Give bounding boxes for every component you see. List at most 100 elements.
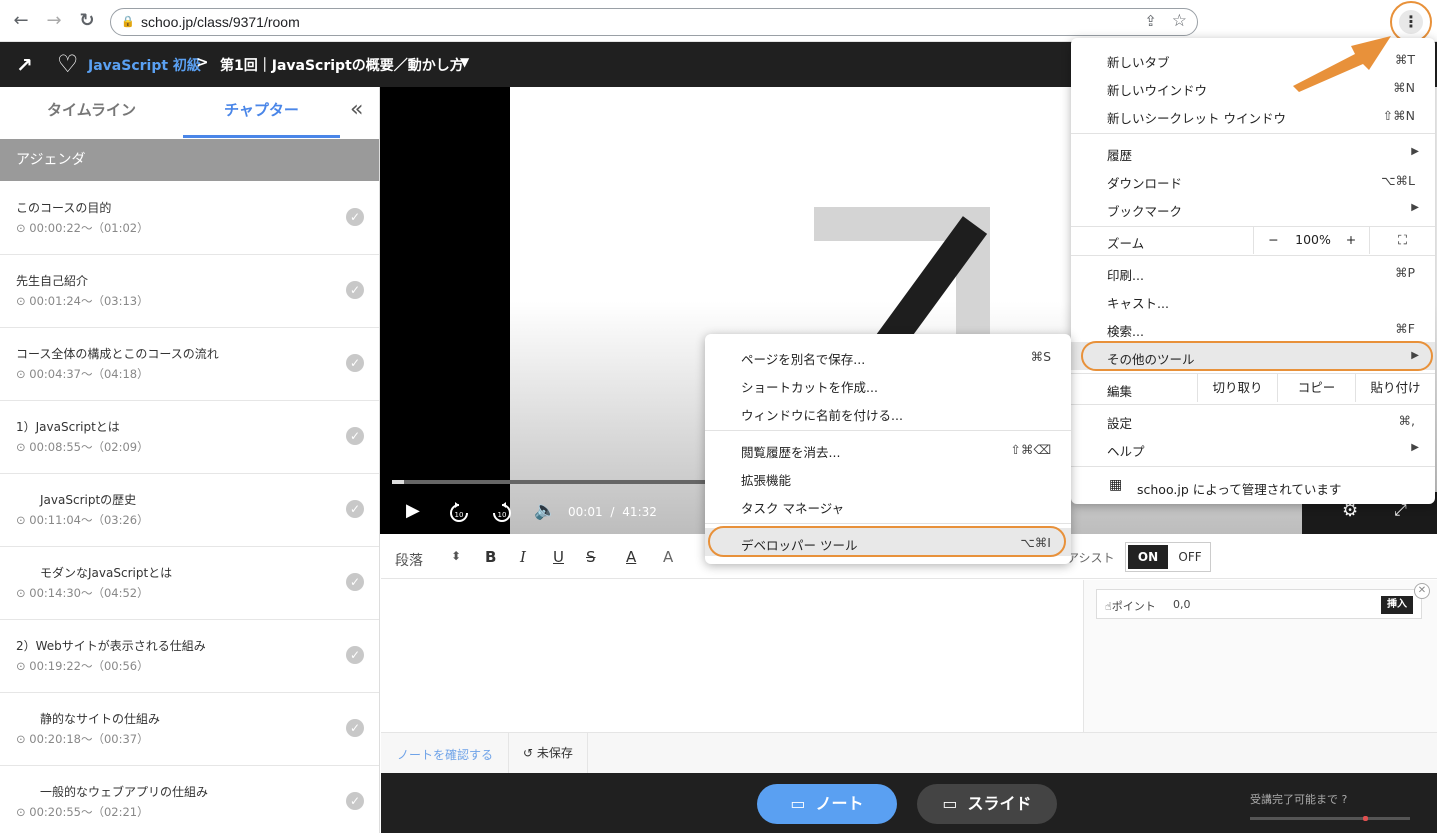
devtools-highlight-ring [708,526,1066,557]
forward-icon[interactable]: → [43,10,65,32]
chapter-item[interactable]: 2）Webサイトが表示される仕組み ⊙ 00:19:22〜（00:56） ✓ [0,620,379,693]
assist-on[interactable]: ON [1128,545,1168,569]
copy-button[interactable]: コピー [1277,374,1355,402]
url-text[interactable]: schoo.jp/class/9371/room [141,14,300,30]
note-footer: ノートを確認する ↺ 未保存 [381,732,1437,774]
play-icon[interactable]: ▶ [406,500,420,521]
chapter-item[interactable]: 静的なサイトの仕組み ⊙ 00:20:18〜（00:37） ✓ [0,693,379,766]
schoo-logo[interactable]: ↗ [16,53,33,77]
submenu-create-shortcut[interactable]: ショートカットを作成... [705,370,1071,398]
reload-icon[interactable]: ↻ [76,10,98,32]
rewind-10-icon[interactable]: 10 [446,500,472,526]
menu-new-incognito[interactable]: 新しいシークレット ウインドウ ⇧⌘N [1071,101,1435,129]
submenu-task-manager[interactable]: タスク マネージャ [705,491,1071,519]
point-value[interactable]: 0,0 [1173,598,1191,611]
address-bar[interactable]: 🔒 schoo.jp/class/9371/room ⇪ ☆ [110,8,1198,36]
submenu-clear-history[interactable]: 閲覧履歴を消去... ⇧⌘⌫ [705,435,1071,463]
back-icon[interactable]: ← [10,10,32,32]
chapter-item[interactable]: 先生自己紹介 ⊙ 00:01:24〜（03:13） ✓ [0,255,379,328]
menu-divider [1071,404,1435,405]
slide-button[interactable]: ▭ スライド [917,784,1057,824]
bold-icon[interactable]: B [485,548,496,566]
menu-print[interactable]: 印刷... ⌘P [1071,258,1435,286]
volume-icon[interactable]: 🔈 [534,500,556,521]
submenu-extensions[interactable]: 拡張機能 [705,463,1071,491]
menu-managed[interactable]: ▦ schoo.jp によって管理されています [1071,472,1435,500]
menu-bookmarks[interactable]: ブックマーク ▶ [1071,194,1435,222]
note-text-area[interactable] [381,580,1083,732]
forward-10-icon[interactable]: 10 [489,500,515,526]
course-name[interactable]: JavaScript 初級 [88,55,201,75]
close-icon[interactable]: ✕ [1414,583,1430,599]
insert-button[interactable]: 挿入 [1381,596,1413,614]
chapter-item[interactable]: コース全体の構成とこのコースの流れ ⊙ 00:04:37〜（04:18） ✓ [0,328,379,401]
bottom-bar: ▭ ノート ▭ スライド 受講完了可能まで ? [381,773,1437,833]
paste-button[interactable]: 貼り付け [1355,374,1435,402]
chapter-item[interactable]: 一般的なウェブアプリの仕組み ⊙ 00:20:55〜（02:21） ✓ [0,766,379,833]
select-caret-icon[interactable]: ⬍ [451,549,461,563]
chapter-item[interactable]: 1）JavaScriptとは ⊙ 00:08:55〜（02:09） ✓ [0,401,379,474]
text-color-icon[interactable]: A [626,548,636,566]
agenda-header: アジェンダ [0,139,379,181]
chapter-title: 一般的なウェブアプリの仕組み [40,785,209,799]
play-circle-icon: ⊙ [16,805,30,819]
check-circle-icon: ✓ [346,354,364,372]
underline-icon[interactable]: U [553,548,564,566]
check-circle-icon: ✓ [346,646,364,664]
italic-icon[interactable]: I [520,548,526,566]
point-field[interactable]: ☝ポイント 0,0 挿入 [1096,589,1422,619]
svg-text:10: 10 [455,511,464,519]
tab-chapter[interactable]: チャプター [183,87,340,138]
chevron-down-icon[interactable]: ▼ [460,55,469,69]
highlight-color-icon[interactable]: A [663,548,673,566]
tab-timeline[interactable]: タイムライン [0,87,183,138]
menu-history[interactable]: 履歴 ▶ [1071,138,1435,166]
annotation-arrow-icon [1293,36,1391,92]
zoom-in-button[interactable]: + [1333,226,1369,254]
bookmark-star-icon[interactable]: ☆ [1172,11,1187,31]
check-circle-icon: ✓ [346,719,364,737]
chapter-time: ⊙ 00:08:55〜（02:09） [16,440,149,454]
help-icon[interactable]: ? [1342,793,1348,806]
confirm-note-link[interactable]: ノートを確認する [397,746,493,763]
menu-edit-row: 編集 切り取り コピー 貼り付け [1071,374,1435,402]
menu-divider [1071,466,1435,467]
time-separator: / [610,505,615,519]
check-circle-icon: ✓ [346,792,364,810]
chapter-item[interactable]: JavaScriptの歴史 ⊙ 00:11:04〜（03:26） ✓ [0,474,379,547]
current-time: 00:01 [568,505,603,519]
assist-off[interactable]: OFF [1172,545,1208,569]
menu-find[interactable]: 検索... ⌘F [1071,314,1435,342]
chapter-time: ⊙ 00:01:24〜（03:13） [16,294,149,308]
lesson-title[interactable]: 第1回｜JavaScriptの概要／動かし方 [220,55,464,75]
chapter-title: 静的なサイトの仕組み [40,712,161,726]
menu-settings[interactable]: 設定 ⌘, [1071,406,1435,434]
share-icon[interactable]: ⇪ [1144,12,1157,30]
browser-toolbar: ← → ↻ 🔒 schoo.jp/class/9371/room ⇪ ☆ ⋮ [0,0,1437,43]
strikethrough-icon[interactable]: S [586,548,596,566]
paragraph-select[interactable]: 段落 [395,550,423,570]
submenu-save-page[interactable]: ページを別名で保存... ⌘S [705,342,1071,370]
submenu-name-window[interactable]: ウィンドウに名前を付ける... [705,398,1071,426]
menu-divider [1071,255,1435,256]
menu-cast[interactable]: キャスト... [1071,286,1435,314]
collapse-sidebar-icon[interactable]: « [350,97,363,122]
note-button[interactable]: ▭ ノート [757,784,897,824]
zoom-out-button[interactable]: − [1253,226,1293,254]
chapter-item[interactable]: モダンなJavaScriptとは ⊙ 00:14:30〜（04:52） ✓ [0,547,379,620]
check-circle-icon: ✓ [346,208,364,226]
completion-progress [1250,816,1410,821]
chapter-item[interactable]: このコースの目的 ⊙ 00:00:22〜（01:02） ✓ [0,182,379,255]
menu-divider [705,430,1071,431]
assist-toggle[interactable]: ON OFF [1125,542,1211,572]
fullscreen-icon[interactable]: ⛶ [1369,226,1435,254]
completion-label: 受講完了可能まで ? [1250,793,1348,806]
menu-help[interactable]: ヘルプ ▶ [1071,434,1435,462]
chapter-time: ⊙ 00:19:22〜（00:56） [16,659,149,673]
play-circle-icon: ⊙ [16,586,30,600]
menu-downloads[interactable]: ダウンロード ⌥⌘L [1071,166,1435,194]
chapter-sidebar: タイムライン チャプター « アジェンダ このコースの目的 ⊙ 00:00:22〜… [0,87,380,833]
book-icon: ▭ [790,794,806,813]
heart-icon[interactable]: ♡ [57,50,79,78]
cut-button[interactable]: 切り取り [1197,374,1277,402]
